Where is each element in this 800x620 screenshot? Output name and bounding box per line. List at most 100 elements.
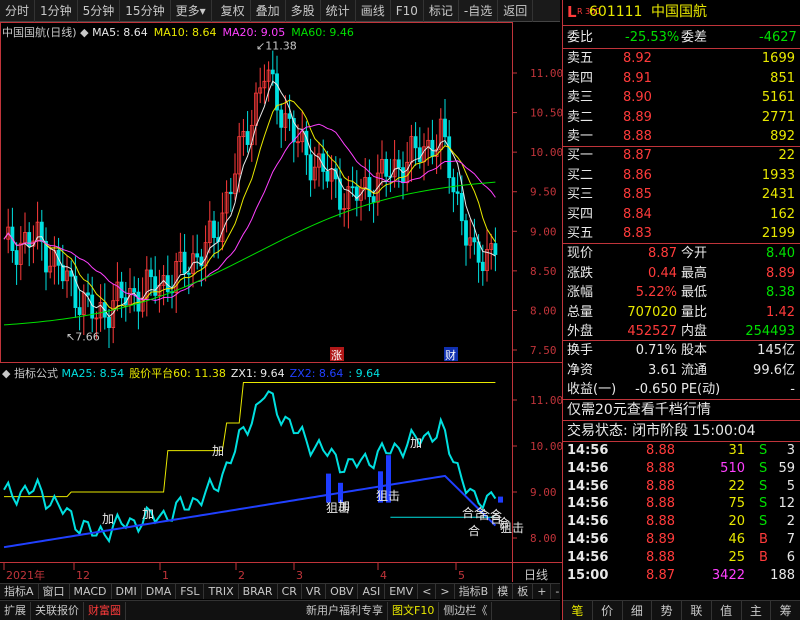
quote-tab[interactable]: 值 (712, 601, 742, 620)
status-tab[interactable]: 新用户福利专享 (302, 601, 388, 620)
quote-tab[interactable]: 笔 (563, 601, 593, 620)
y-tick-label: 10.00 (530, 146, 562, 159)
indicator-tab[interactable]: 指标B (455, 584, 494, 599)
quote-text: 委比 (567, 30, 594, 45)
zx2-line (3, 474, 497, 549)
quote-text: 卖四 (567, 70, 594, 86)
order-book-buy-row: 买四 8.84 162 (563, 206, 800, 224)
status-tab[interactable]: 扩展 (0, 601, 31, 620)
indicator-tab[interactable]: 板 (513, 584, 534, 599)
indicator-tab[interactable]: BRAR (239, 584, 278, 599)
ma10-line (3, 99, 496, 310)
candle-body (14, 250, 19, 265)
candle-body (228, 191, 233, 195)
toolbar-button[interactable]: 标记 (424, 0, 459, 22)
quote-text: 1933 (761, 167, 795, 183)
divider (563, 340, 800, 341)
chart-canvas[interactable]: 11.00 10.50 10.00 9.50 9.00 8.50 8.00 7.50 11.00… (0, 22, 562, 582)
toolbar-button[interactable]: 画线 (356, 0, 391, 22)
indicator-tab[interactable]: 指标A (0, 584, 39, 599)
quote-tab[interactable]: 筹 (771, 601, 800, 620)
tick-time: 14:56 (567, 443, 609, 458)
tick-time: 14:56 (567, 478, 609, 494)
indicator-collapse-icon[interactable]: ◆ (2, 367, 10, 380)
status-tab[interactable]: 图文F10 (388, 601, 440, 620)
toolbar-button[interactable]: 分时 (0, 0, 36, 22)
tick-price: 8.88 (646, 514, 675, 530)
tick-count: 188 (770, 567, 795, 583)
indicator-tab[interactable]: MACD (70, 584, 112, 599)
finance-badge-label: 财 (445, 348, 456, 362)
toolbar-button[interactable]: 复权 (216, 0, 251, 22)
indicator-tab[interactable]: 窗口 (39, 584, 70, 599)
quote-stat-row: 涨幅 5.22% 最低 8.38 (563, 284, 800, 302)
quote-text: 8.85 (623, 187, 652, 202)
indicator-tab[interactable]: + (533, 584, 552, 599)
tick-volume: 46 (728, 532, 745, 547)
indicator-tab[interactable]: ASI (358, 584, 386, 599)
toolbar-button[interactable]: 统计 (321, 0, 356, 22)
quote-tab[interactable]: 势 (652, 601, 682, 620)
chart-toolbar: 分时 1分钟 5分钟 15分钟 更多▾ 复权 叠加 多股 统计 画线 F10 标记 -自选 返回 (0, 0, 560, 22)
tick-row: 14:56 8.88 510 S 59 (563, 460, 800, 478)
quote-tab[interactable]: 价 (593, 601, 623, 620)
toolbar-button[interactable]: 叠加 (251, 0, 286, 22)
indicator-tab[interactable]: < (418, 584, 437, 599)
indicator-tabs: 指标A 窗口 MACD DMI DMA FSL TRIX BRAR CR VR OBV ASI EMV <… (0, 583, 565, 599)
toolbar-button[interactable]: 返回 (498, 0, 534, 22)
toolbar-button[interactable]: 多股 (286, 0, 321, 22)
quote-text: 涨幅 (567, 285, 594, 300)
status-tab[interactable]: 关联报价 (31, 601, 84, 620)
tick-count: 2 (786, 514, 795, 530)
quote-text: 净资 (567, 362, 594, 378)
signal-label: 加 (142, 507, 154, 521)
stock-code: 601111 (589, 4, 643, 20)
indicator-tab[interactable]: FSL (176, 584, 205, 599)
quote-text: 0.71% (635, 343, 677, 358)
quote-tab[interactable]: 联 (682, 601, 712, 620)
toolbar-button[interactable]: 1分钟 (35, 0, 78, 22)
promo-link[interactable]: 仅需20元查看千档行情 (567, 401, 711, 419)
main-chart-title: 中国国航(日线) (2, 26, 77, 39)
quote-text: 卖三 (567, 90, 594, 105)
high-price-label: ↙11.38 (256, 39, 297, 52)
tick-row: 14:56 8.88 25 B 6 (563, 549, 800, 567)
quote-text: 2431 (761, 187, 795, 202)
indicator-tab[interactable]: OBV (326, 584, 359, 599)
toolbar-button[interactable]: F10 (391, 0, 424, 22)
candle-body (77, 307, 82, 315)
status-tab[interactable]: 侧边栏《 (439, 601, 493, 620)
candle-body (451, 177, 456, 193)
indicator-tab[interactable]: 模 (493, 584, 514, 599)
candle-body (308, 154, 313, 181)
indicator-tab[interactable]: TRIX (204, 584, 239, 599)
indicator-tab[interactable]: CR (278, 584, 302, 599)
x-tick-label: 1 (162, 569, 169, 582)
toolbar-button[interactable]: 15分钟 (120, 0, 171, 22)
tick-price: 8.88 (646, 496, 675, 512)
y-tick-label: 10.50 (530, 107, 562, 120)
indicator-tab[interactable]: DMA (142, 584, 177, 599)
indicator-tab[interactable]: DMI (112, 584, 142, 599)
candle-body (430, 139, 435, 157)
indicator-tab[interactable]: EMV (385, 584, 419, 599)
toolbar-button[interactable]: -自选 (459, 0, 499, 22)
indicator-tab[interactable]: VR (302, 584, 327, 599)
quote-tab[interactable]: 主 (742, 601, 772, 620)
toolbar-button[interactable]: 更多▾ (171, 0, 212, 22)
quote-text: 卖五 (567, 51, 594, 66)
status-tab[interactable]: 财富圈 (84, 601, 126, 620)
x-tick-label: 3 (296, 569, 303, 582)
order-book-sell-row: 卖五 8.92 1699 (563, 50, 800, 68)
quote-text: 892 (770, 129, 795, 144)
tick-row: 14:56 8.89 46 B 7 (563, 531, 800, 549)
indicator-tab[interactable]: > (436, 584, 455, 599)
quote-tab[interactable]: 细 (623, 601, 653, 620)
tick-time: 14:56 (567, 549, 609, 565)
candle-body (107, 316, 111, 328)
quote-text: 1.42 (766, 304, 795, 320)
toolbar-button[interactable]: 5分钟 (78, 0, 121, 22)
order-book-buy-row: 买二 8.86 1933 (563, 167, 800, 185)
ma-legend-item: MA5: 8.64 (92, 26, 148, 39)
legend-arrow-icon[interactable]: ◆ (80, 26, 88, 39)
